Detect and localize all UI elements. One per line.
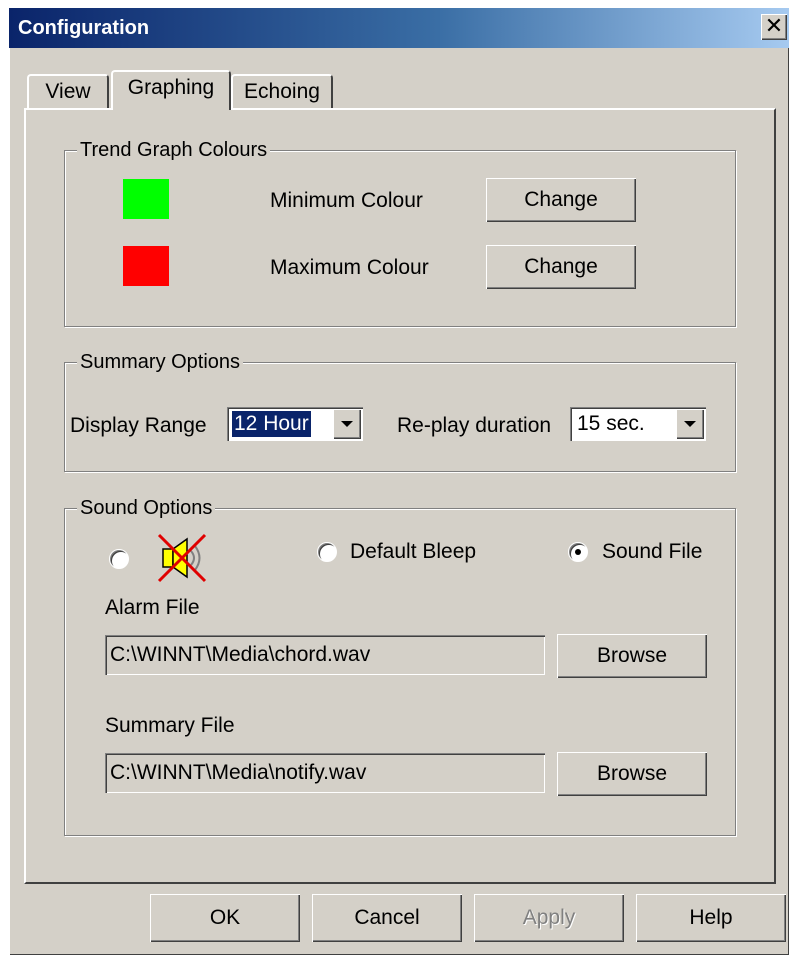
tab-label: Echoing [244,80,320,103]
tab-view[interactable]: View [27,74,109,108]
sound-file-label: Sound File [602,540,703,563]
button-label: Help [689,906,733,929]
tab-label: Graphing [127,76,215,99]
apply-button[interactable]: Apply [474,894,624,942]
default-bleep-radio[interactable] [317,542,337,562]
button-label: Change [524,255,598,278]
ok-button[interactable]: OK [150,894,300,942]
maximum-colour-label: Maximum Colour [270,256,429,279]
summary-file-label: Summary File [105,714,235,737]
display-range-label: Display Range [70,414,207,437]
alarm-file-field[interactable]: C:\WINNT\Media\chord.wav [105,635,545,675]
sound-file-radio[interactable] [568,542,588,562]
window-title: Configuration [18,17,150,39]
graphing-tab-panel: Trend Graph Colours Minimum Colour Chang… [24,108,776,884]
tab-graphing[interactable]: Graphing [111,70,231,110]
change-minimum-colour-button[interactable]: Change [486,178,636,222]
button-label: OK [209,906,241,929]
alarm-file-label: Alarm File [105,596,200,619]
replay-duration-label: Re-play duration [397,414,552,437]
group-legend: Trend Graph Colours [77,138,271,162]
minimum-colour-swatch [123,179,169,219]
browse-alarm-file-button[interactable]: Browse [557,634,707,678]
cancel-button[interactable]: Cancel [312,894,462,942]
help-button[interactable]: Help [636,894,786,942]
chevron-down-icon[interactable] [333,409,361,439]
trend-graph-colours-group: Trend Graph Colours Minimum Colour Chang… [64,138,736,327]
group-legend: Summary Options [77,350,244,374]
button-label: Browse [596,644,668,667]
muted-speaker-icon [157,533,207,583]
summary-file-path: C:\WINNT\Media\notify.wav [110,761,367,784]
summary-file-field[interactable]: C:\WINNT\Media\notify.wav [105,753,545,793]
close-icon: ✕ [764,13,784,38]
display-range-value: 12 Hour [232,411,311,437]
close-button[interactable]: ✕ [761,14,787,40]
replay-duration-select[interactable]: 15 sec. [570,407,706,441]
minimum-colour-label: Minimum Colour [270,189,423,212]
mute-radio[interactable] [109,549,129,569]
browse-summary-file-button[interactable]: Browse [557,752,707,796]
tab-echoing[interactable]: Echoing [231,74,333,108]
title-bar[interactable]: Configuration ✕ [9,8,789,48]
button-label: Browse [596,762,668,785]
tab-label: View [45,80,91,103]
sound-options-group: Sound Options Default Bleep Sound File A… [64,496,736,836]
default-bleep-label: Default Bleep [350,540,477,563]
configuration-dialog: Configuration ✕ View Graphing Echoing Tr… [9,8,789,955]
button-label: Cancel [354,906,420,929]
replay-duration-value: 15 sec. [577,412,645,435]
display-range-select[interactable]: 12 Hour [227,407,363,441]
chevron-down-icon[interactable] [676,409,704,439]
button-label: Apply [522,906,576,929]
alarm-file-path: C:\WINNT\Media\chord.wav [110,643,371,666]
group-legend: Sound Options [77,496,216,520]
maximum-colour-swatch [123,246,169,286]
change-maximum-colour-button[interactable]: Change [486,245,636,289]
button-label: Change [524,188,598,211]
summary-options-group: Summary Options Display Range 12 Hour Re… [64,350,736,472]
